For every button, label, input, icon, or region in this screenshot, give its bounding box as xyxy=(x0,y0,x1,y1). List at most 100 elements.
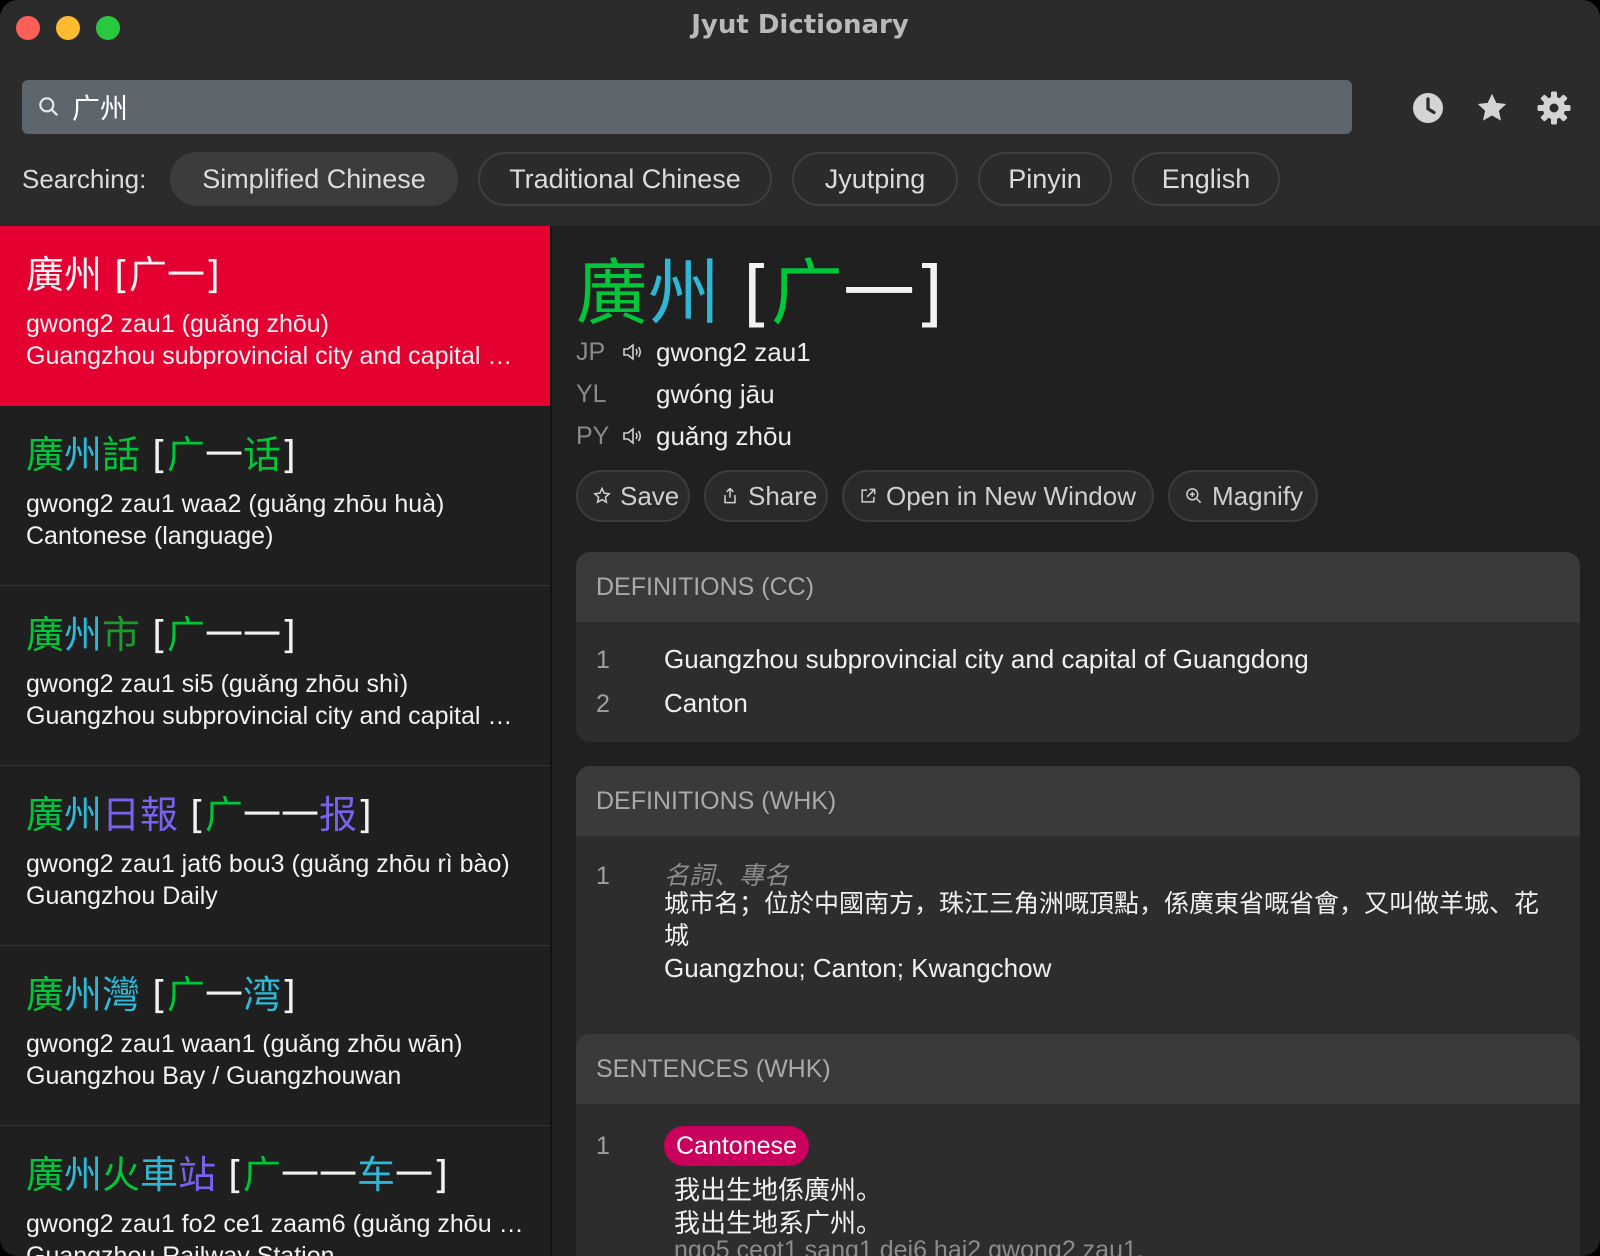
bracket: ] xyxy=(915,251,944,335)
definition-text: Guangzhou subprovincial city and capital… xyxy=(664,644,1309,674)
result-gloss: Guangzhou Railway Station xyxy=(26,1242,335,1256)
pron-row-jyutping: JP gwong2 zau1 xyxy=(576,332,811,372)
headword-char: 一 xyxy=(395,1153,434,1197)
result-pronunciation: gwong2 zau1 jat6 bou3 (guǎng zhōu rì bào… xyxy=(26,850,510,878)
pron-value: guǎng zhōu xyxy=(656,420,792,451)
headword-char: 湾 xyxy=(242,973,281,1017)
result-headword: 廣州火車站 [广一一车一] xyxy=(26,1150,524,1200)
result-item[interactable]: 廣州日報 [广一一报] gwong2 zau1 jat6 bou3 (guǎng… xyxy=(0,766,550,946)
magnify-button[interactable]: Magnify xyxy=(1168,470,1318,522)
filter-jyutping[interactable]: Jyutping xyxy=(792,152,958,206)
headword-char: 廣 xyxy=(26,433,65,477)
headword-char: 報 xyxy=(140,793,179,837)
sentence-traditional: 我出生地係廣州。 xyxy=(674,1176,883,1206)
whk-definition: 1 名詞、專名 城市名；位於中國南方，珠江三角洲嘅頂點，係廣東省嘅省會，又叫做羊… xyxy=(576,836,1580,1016)
share-button[interactable]: Share xyxy=(704,470,828,522)
pron-label: YL xyxy=(576,379,607,408)
star-icon[interactable] xyxy=(1474,90,1510,126)
external-link-icon xyxy=(861,488,876,503)
headword-char: 一 xyxy=(242,613,281,657)
bracket: [ xyxy=(140,613,167,657)
result-pronunciation: gwong2 zau1 (guǎng zhōu) xyxy=(26,310,330,338)
result-pronunciation: gwong2 zau1 fo2 ce1 zaam6 (guǎng zhōu hu… xyxy=(26,1210,526,1238)
result-item[interactable]: 廣州 [广一] gwong2 zau1 (guǎng zhōu) Guangzh… xyxy=(0,226,550,406)
pron-value: gwóng jāu xyxy=(656,378,775,409)
pron-label: JP xyxy=(576,337,606,366)
gear-icon[interactable] xyxy=(1536,90,1572,126)
bracket: ] xyxy=(281,973,296,1017)
result-headword: 廣州日報 [广一一报] xyxy=(26,790,524,840)
bracket: ] xyxy=(433,1153,448,1197)
headword-char: 一 xyxy=(281,793,320,837)
result-item[interactable]: 廣州市 [广一一] gwong2 zau1 si5 (guǎng zhōu sh… xyxy=(0,586,550,766)
result-item[interactable]: 廣州話 [广一话] gwong2 zau1 waa2 (guǎng zhōu h… xyxy=(0,406,550,586)
section-header: SENTENCES (WHK) xyxy=(576,1034,1580,1104)
share-icon xyxy=(724,487,736,504)
headword-char: 报 xyxy=(319,793,358,837)
headword-char: 广 xyxy=(128,253,167,297)
headword-char: 一 xyxy=(843,251,916,335)
bracket: [ xyxy=(140,973,167,1017)
definition-chinese: 城市名；位於中國南方，珠江三角洲嘅頂點，係廣東省嘅省會，又叫做羊城、花城 xyxy=(664,889,1540,950)
headword-char: 廣 xyxy=(26,613,65,657)
headword-char: 一 xyxy=(204,973,243,1017)
headword-char: 州 xyxy=(64,793,103,837)
pron-row-pinyin: PY guǎng zhōu xyxy=(576,416,792,456)
star-outline-icon xyxy=(593,486,611,504)
result-headword: 廣州話 [广一话] xyxy=(26,430,524,480)
headword-char: 日 xyxy=(102,793,141,837)
result-item[interactable]: 廣州灣 [广一湾] gwong2 zau1 waan1 (guǎng zhōu … xyxy=(0,946,550,1126)
filter-traditional-chinese[interactable]: Traditional Chinese xyxy=(478,152,772,206)
headword-char: 車 xyxy=(140,1153,179,1197)
sentence-romanization: ngo5 ceot1 sang1 dei6 hai2 gwong2 zau1. xyxy=(674,1236,1144,1256)
headword-char: 广 xyxy=(204,793,243,837)
language-badge: Cantonese xyxy=(664,1126,809,1166)
results-list[interactable]: 廣州 [广一] gwong2 zau1 (guǎng zhōu) Guangzh… xyxy=(0,226,550,1256)
pron-value: gwong2 zau1 xyxy=(656,336,811,367)
entry-headword: 廣州 [广一] xyxy=(576,248,943,338)
headword-char: 州 xyxy=(648,251,721,335)
result-item[interactable]: 廣州火車站 [广一一车一] gwong2 zau1 fo2 ce1 zaam6 … xyxy=(0,1126,550,1256)
headword-char: 一 xyxy=(204,433,243,477)
open-new-window-button[interactable]: Open in New Window xyxy=(842,470,1154,522)
sentence-number: 1 xyxy=(596,1132,610,1160)
clock-icon[interactable] xyxy=(1410,90,1446,126)
result-gloss: Guangzhou Daily xyxy=(26,882,218,910)
definition-row: 1 Guangzhou subprovincial city and capit… xyxy=(576,638,1580,682)
filter-english[interactable]: English xyxy=(1132,152,1280,206)
search-input[interactable] xyxy=(72,86,1332,128)
headword-char: 一 xyxy=(281,1153,320,1197)
entry-detail: 廣州 [广一] JP gwong2 zau1 YL gwóng jāu PY g… xyxy=(552,226,1600,1256)
result-gloss: Guangzhou Bay / Guangzhouwan xyxy=(26,1062,402,1090)
speaker-icon[interactable] xyxy=(622,340,652,364)
headword-char: 一 xyxy=(204,613,243,657)
filter-pinyin[interactable]: Pinyin xyxy=(978,152,1112,206)
search-box[interactable] xyxy=(22,80,1352,134)
headword-char: 话 xyxy=(242,433,281,477)
headword-char: 州 xyxy=(64,253,103,297)
speaker-placeholder xyxy=(622,382,652,406)
definition-english: Guangzhou; Canton; Kwangchow xyxy=(664,953,1052,983)
headword-char: 州 xyxy=(64,613,103,657)
definition-number: 2 xyxy=(596,690,610,718)
speaker-icon[interactable] xyxy=(622,424,652,448)
headword-char: 广 xyxy=(771,251,844,335)
filter-simplified-chinese[interactable]: Simplified Chinese xyxy=(170,152,458,206)
pron-label: PY xyxy=(576,421,610,450)
pron-row-yale: YL gwóng jāu xyxy=(576,374,775,414)
headword-char: 話 xyxy=(102,433,141,477)
headword-char: 广 xyxy=(166,613,205,657)
sentence-simplified: 我出生地系广州。 xyxy=(674,1209,883,1239)
section-header: DEFINITIONS (WHK) xyxy=(576,766,1580,836)
headword-char: 火 xyxy=(102,1153,141,1197)
bracket: ] xyxy=(281,433,296,477)
headword-char: 一 xyxy=(166,253,205,297)
bracket: [ xyxy=(216,1153,243,1197)
part-of-speech: 名詞、專名 xyxy=(664,861,790,890)
save-button[interactable]: Save xyxy=(576,470,690,522)
result-gloss: Guangzhou subprovincial city and capital… xyxy=(26,342,526,370)
section-header: DEFINITIONS (CC) xyxy=(576,552,1580,622)
result-pronunciation: gwong2 zau1 waan1 (guǎng zhōu wān) xyxy=(26,1030,463,1058)
headword-char: 廣 xyxy=(26,793,65,837)
headword-char: 州 xyxy=(64,1153,103,1197)
